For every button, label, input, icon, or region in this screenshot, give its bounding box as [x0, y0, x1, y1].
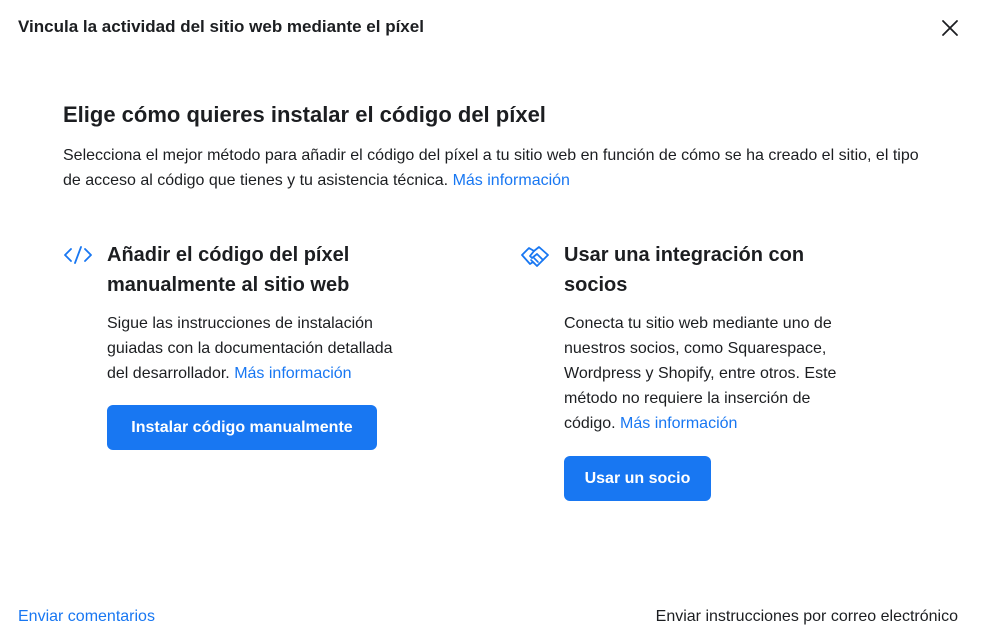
- more-info-link[interactable]: Más información: [453, 172, 570, 189]
- handshake-icon: [519, 243, 551, 267]
- option-partner-more-info-link[interactable]: Más información: [620, 415, 737, 432]
- section-description: Selecciona el mejor método para añadir e…: [63, 143, 923, 193]
- option-partner-title: Usar una integración con socios: [564, 244, 805, 296]
- close-button[interactable]: [938, 16, 962, 40]
- code-icon: [62, 243, 94, 267]
- use-partner-button[interactable]: Usar un socio: [564, 456, 711, 501]
- option-manual-description: Sigue las instrucciones de instalación g…: [107, 311, 407, 386]
- section-title: Elige cómo quieres instalar el código de…: [63, 102, 546, 127]
- option-manual-more-info-link[interactable]: Más información: [234, 365, 351, 382]
- close-icon: [942, 20, 958, 36]
- dialog-title: Vincula la actividad del sitio web media…: [18, 17, 424, 36]
- send-feedback-link[interactable]: Enviar comentarios: [18, 608, 155, 626]
- option-manual-title: Añadir el código del píxel manualmente a…: [107, 244, 350, 296]
- dialog-header: Vincula la actividad del sitio web media…: [18, 16, 958, 40]
- install-manually-button[interactable]: Instalar código manualmente: [107, 405, 377, 450]
- option-partner-description: Conecta tu sitio web mediante uno de nue…: [564, 311, 864, 436]
- email-instructions-link[interactable]: Enviar instrucciones por correo electrón…: [656, 608, 958, 626]
